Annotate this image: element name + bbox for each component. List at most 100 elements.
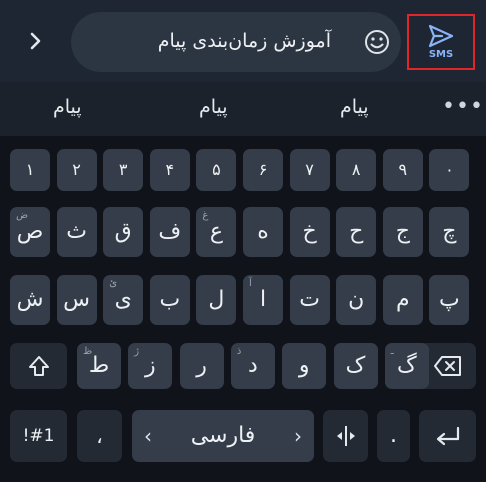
enter-key[interactable] [419,410,476,462]
cursor-move-icon [336,426,355,446]
letter-key[interactable]: صض [10,207,50,257]
key-label: ۷ [305,160,314,179]
message-input[interactable]: آموزش زمان‌بندی پیام [71,12,401,72]
key-label: ث [66,219,87,244]
letter-key[interactable]: ج [382,207,423,257]
key-label: ۶ [258,160,268,179]
letter-key[interactable]: زژ [128,343,173,389]
key-label: ۹ [398,160,408,179]
key-label: ط [88,353,110,378]
letter-key[interactable]: ح [336,207,377,257]
number-key[interactable]: ۳ [103,149,144,191]
key-label: ت [299,287,320,312]
letter-key[interactable]: ف [149,207,190,257]
letter-key[interactable]: دذ [230,343,275,389]
number-key[interactable]: ۱ [10,149,50,191]
key-label: ج [395,219,410,244]
key-label: گ [396,353,417,378]
letter-key[interactable]: ر [179,343,224,389]
suggestion-1[interactable]: پیام [340,96,369,118]
key-label: ۸ [351,160,361,179]
cursor-move-key[interactable] [323,410,368,462]
number-key[interactable]: ۷ [289,149,330,191]
key-label: ب [159,287,181,312]
letter-key[interactable]: ق [103,207,144,257]
key-label: پ [439,287,460,312]
space-language-label: فارسی [190,423,256,448]
key-hint: ض [16,210,29,221]
number-key[interactable]: ۴ [149,149,190,191]
key-label: ۴ [165,160,175,179]
letter-key[interactable]: طظ [77,343,121,389]
suggestion-bar: پیام پیام پیام ••• [0,82,486,136]
key-hint: غ [202,210,209,221]
key-hint: ئ [109,278,118,289]
more-icon[interactable]: ••• [442,94,484,119]
letter-key[interactable]: ه [243,207,283,257]
letter-key[interactable]: خ [289,207,330,257]
letter-key[interactable]: چ [429,207,470,257]
expand-chevron-icon[interactable] [20,26,50,56]
number-key[interactable]: ۵ [196,149,237,191]
letter-key[interactable]: ب [149,275,190,325]
letter-key[interactable]: ل [196,275,237,325]
key-label: ۱ [25,160,35,179]
suggestion-2[interactable]: پیام [199,96,228,118]
key-label: ۰ [445,160,454,179]
key-label: د [247,353,258,378]
letter-key[interactable]: پ [429,275,470,325]
key-label: ۲ [72,160,81,179]
key-label: ق [114,219,132,244]
emoji-icon[interactable] [361,26,393,58]
number-key[interactable]: ۸ [336,149,377,191]
letter-key[interactable]: س [56,275,97,325]
key-label: ن [348,287,365,312]
key-label: خ [302,219,317,244]
letter-key[interactable]: م [382,275,423,325]
shift-key[interactable] [10,343,67,389]
number-key[interactable]: ۶ [243,149,283,191]
number-key[interactable]: ۹ [382,149,423,191]
letter-key[interactable]: ت [289,275,330,325]
letter-key[interactable]: ث [56,207,97,257]
comma-key[interactable]: ، [77,410,122,462]
send-icon [428,24,454,48]
key-label: ی [114,287,132,312]
letter-key[interactable]: گـ [384,343,429,389]
letter-key[interactable]: ک [333,343,378,389]
key-label: ز [144,353,156,378]
key-hint: آ [249,278,252,289]
backspace-icon [433,356,461,376]
compose-bar: آموزش زمان‌بندی پیام SMS [0,0,486,82]
space-key[interactable]: ‹ فارسی › [132,410,314,462]
key-label: ۵ [212,160,221,179]
chevron-right-icon: › [294,424,302,448]
letter-key[interactable]: ن [336,275,377,325]
letter-key[interactable]: ش [10,275,50,325]
key-label: ع [209,219,223,244]
key-label: ص [16,219,44,244]
key-label: ک [345,353,366,378]
key-label: ۳ [118,160,128,179]
period-label: . [390,423,397,448]
shift-icon [28,356,49,376]
enter-icon [436,426,459,446]
letter-key[interactable]: اآ [243,275,283,325]
symbols-label: !#1 [22,425,55,446]
symbols-key[interactable]: !#1 [10,410,67,462]
send-label: SMS [428,49,454,60]
suggestion-3[interactable]: پیام [53,96,82,118]
send-sms-button[interactable]: SMS [407,14,475,70]
letter-key[interactable]: یئ [103,275,144,325]
key-label: ه [257,219,269,244]
key-label: ا [259,287,267,312]
letter-key[interactable]: عغ [196,207,237,257]
key-label: ف [158,219,182,244]
letter-key[interactable]: و [282,343,327,389]
key-label: ل [208,287,225,312]
number-key[interactable]: ۰ [429,149,470,191]
key-hint: ژ [134,346,140,357]
period-key[interactable]: . [377,410,410,462]
key-hint: ذ [236,346,242,357]
number-key[interactable]: ۲ [56,149,97,191]
